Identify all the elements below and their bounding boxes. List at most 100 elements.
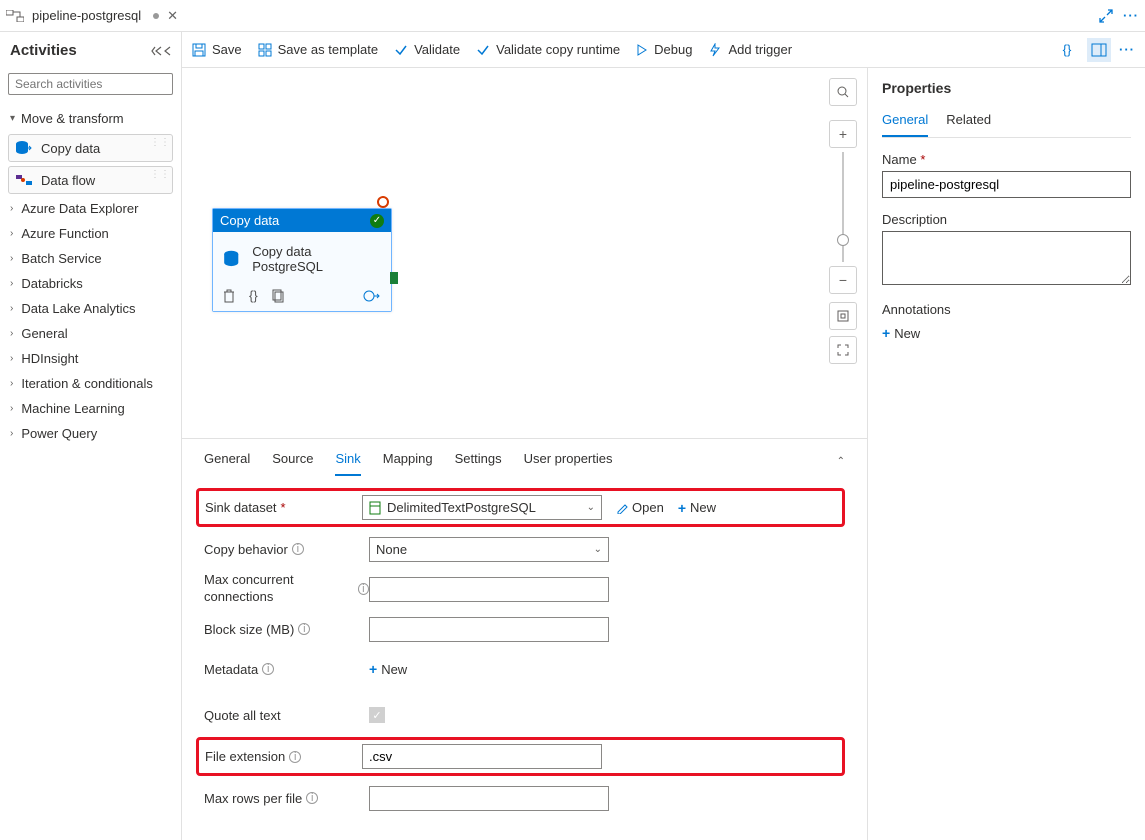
block-size-input[interactable] — [369, 617, 609, 642]
code-view-button[interactable]: {} — [1055, 38, 1079, 62]
info-icon[interactable]: i — [292, 543, 304, 555]
zoom-in-button[interactable]: + — [829, 120, 857, 148]
tab-sink[interactable]: Sink — [335, 447, 360, 476]
delete-icon[interactable] — [223, 289, 235, 303]
tab-general[interactable]: General — [204, 447, 250, 476]
plus-icon: + — [369, 661, 377, 677]
quote-all-text-checkbox[interactable]: ✓ — [369, 707, 385, 723]
pipeline-description-input[interactable] — [882, 231, 1131, 285]
open-dataset-button[interactable]: Open — [616, 500, 664, 515]
copy-data-node[interactable]: Copy data ✓ Copy data PostgreSQL — [212, 208, 392, 312]
play-icon — [636, 43, 648, 57]
properties-toggle-button[interactable] — [1087, 38, 1111, 62]
activity-label: Data flow — [41, 173, 95, 188]
cat-azure-function[interactable]: ›Azure Function — [0, 221, 181, 246]
cat-azure-data-explorer[interactable]: ›Azure Data Explorer — [0, 196, 181, 221]
required-marker: * — [920, 152, 925, 167]
activities-sidebar: Activities ▾ Move & transform Copy data … — [0, 32, 182, 840]
cat-machine-learning[interactable]: ›Machine Learning — [0, 396, 181, 421]
activity-data-flow[interactable]: Data flow ⋮⋮ — [8, 166, 173, 194]
validate-button[interactable]: Validate — [394, 42, 460, 57]
output-icon[interactable] — [363, 289, 381, 303]
chevron-right-icon: › — [10, 403, 13, 414]
file-extension-input[interactable] — [362, 744, 602, 769]
chevron-right-icon: › — [10, 228, 13, 239]
pipeline-name-input[interactable] — [882, 171, 1131, 198]
pipeline-canvas[interactable]: Copy data ✓ Copy data PostgreSQL — [182, 68, 867, 438]
collapse-panel-icon[interactable]: ⌃ — [837, 456, 845, 467]
new-dataset-button[interactable]: +New — [678, 500, 716, 516]
collapse-icon[interactable] — [151, 45, 171, 57]
code-icon[interactable]: {} — [249, 288, 258, 303]
zoom-slider[interactable] — [842, 152, 844, 262]
close-icon[interactable]: ✕ — [167, 8, 178, 24]
info-icon[interactable]: i — [298, 623, 310, 635]
plus-icon: + — [882, 325, 890, 341]
fit-screen-button[interactable] — [829, 302, 857, 330]
chevron-down-icon: ⌄ — [594, 544, 602, 555]
search-field[interactable] — [15, 77, 170, 91]
save-icon — [192, 43, 206, 57]
template-icon — [258, 43, 272, 57]
node-type: Copy data — [220, 213, 279, 228]
metadata-new-button[interactable]: +New — [369, 661, 407, 677]
expand-icon[interactable] — [1099, 9, 1113, 23]
cat-batch-service[interactable]: ›Batch Service — [0, 246, 181, 271]
chevron-right-icon: › — [10, 278, 13, 289]
zoom-thumb[interactable] — [837, 234, 849, 246]
tab-mapping[interactable]: Mapping — [383, 447, 433, 476]
search-activities-input[interactable] — [8, 73, 173, 95]
save-button[interactable]: Save — [192, 42, 242, 57]
tab-active[interactable]: pipeline-postgresql ✕ — [6, 8, 178, 24]
add-trigger-button[interactable]: Add trigger — [708, 42, 792, 57]
validate-copy-button[interactable]: Validate copy runtime — [476, 42, 620, 57]
info-icon[interactable]: i — [306, 792, 318, 804]
chevron-right-icon: › — [10, 428, 13, 439]
save-template-button[interactable]: Save as template — [258, 42, 378, 57]
drag-grip-icon: ⋮⋮ — [150, 171, 170, 179]
fullscreen-button[interactable] — [829, 336, 857, 364]
tab-user-properties[interactable]: User properties — [524, 447, 613, 476]
max-rows-input[interactable] — [369, 786, 609, 811]
tab-settings[interactable]: Settings — [455, 447, 502, 476]
max-connections-input[interactable] — [369, 577, 609, 602]
zoom-out-button[interactable]: − — [829, 266, 857, 294]
copy-behavior-select[interactable]: None ⌄ — [369, 537, 609, 562]
cat-general[interactable]: ›General — [0, 321, 181, 346]
required-marker: * — [281, 500, 286, 515]
data-flow-icon — [15, 172, 33, 188]
activity-details-panel: General Source Sink Mapping Settings Use… — [182, 438, 867, 840]
tab-source[interactable]: Source — [272, 447, 313, 476]
group-label: Move & transform — [21, 111, 124, 126]
cat-data-lake-analytics[interactable]: ›Data Lake Analytics — [0, 296, 181, 321]
chevron-right-icon: › — [10, 378, 13, 389]
dataset-icon — [369, 501, 381, 515]
info-icon[interactable]: i — [289, 751, 301, 763]
validation-marker — [377, 196, 389, 208]
toolbar-more-icon[interactable]: ··· — [1119, 42, 1135, 57]
info-icon[interactable]: i — [262, 663, 274, 675]
cat-power-query[interactable]: ›Power Query — [0, 421, 181, 446]
prop-tab-related[interactable]: Related — [946, 108, 991, 137]
node-connector[interactable] — [390, 272, 398, 284]
chevron-down-icon: ▾ — [10, 113, 15, 124]
pipeline-icon — [6, 10, 24, 22]
cat-hdinsight[interactable]: ›HDInsight — [0, 346, 181, 371]
clone-icon[interactable] — [272, 289, 284, 303]
sink-dataset-row: Sink dataset * DelimitedTextPostgreSQL ⌄… — [196, 488, 845, 527]
info-icon[interactable]: i — [358, 583, 369, 595]
activity-copy-data[interactable]: Copy data ⋮⋮ — [8, 134, 173, 162]
prop-tab-general[interactable]: General — [882, 108, 928, 137]
group-move-transform[interactable]: ▾ Move & transform — [0, 105, 181, 132]
pipeline-toolbar: Save Save as template Validate Validate … — [182, 32, 1145, 68]
debug-button[interactable]: Debug — [636, 42, 692, 57]
cat-databricks[interactable]: ›Databricks — [0, 271, 181, 296]
annotation-new-button[interactable]: +New — [882, 325, 1131, 341]
canvas-search-button[interactable] — [829, 78, 857, 106]
more-icon[interactable]: ··· — [1123, 8, 1139, 23]
copy-data-icon — [223, 249, 244, 269]
sidebar-title: Activities — [10, 42, 77, 59]
document-tabbar: pipeline-postgresql ✕ ··· — [0, 0, 1145, 32]
cat-iteration-conditionals[interactable]: ›Iteration & conditionals — [0, 371, 181, 396]
sink-dataset-select[interactable]: DelimitedTextPostgreSQL ⌄ — [362, 495, 602, 520]
